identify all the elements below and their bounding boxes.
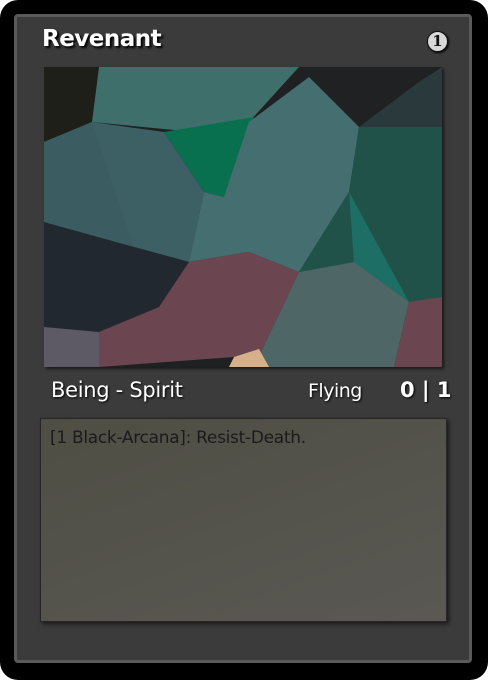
numbered-circle-icon: 1 [427,31,448,52]
card-rules-text: [1 Black-Arcana]: Resist-Death. [50,428,306,448]
card-artwork [44,67,442,367]
artwork-polygons [44,67,442,367]
card-type-line: Being - Spirit [51,378,183,402]
card[interactable]: Revenant 1 Being - Spirit Flying 0 | 1 [… [0,0,488,680]
card-cost: 1 [432,32,443,50]
card-keyword: Flying [308,380,362,402]
card-power-toughness: 0 | 1 [400,378,452,402]
card-name: Revenant [42,26,162,52]
card-text-box: [1 Black-Arcana]: Resist-Death. [40,418,447,622]
